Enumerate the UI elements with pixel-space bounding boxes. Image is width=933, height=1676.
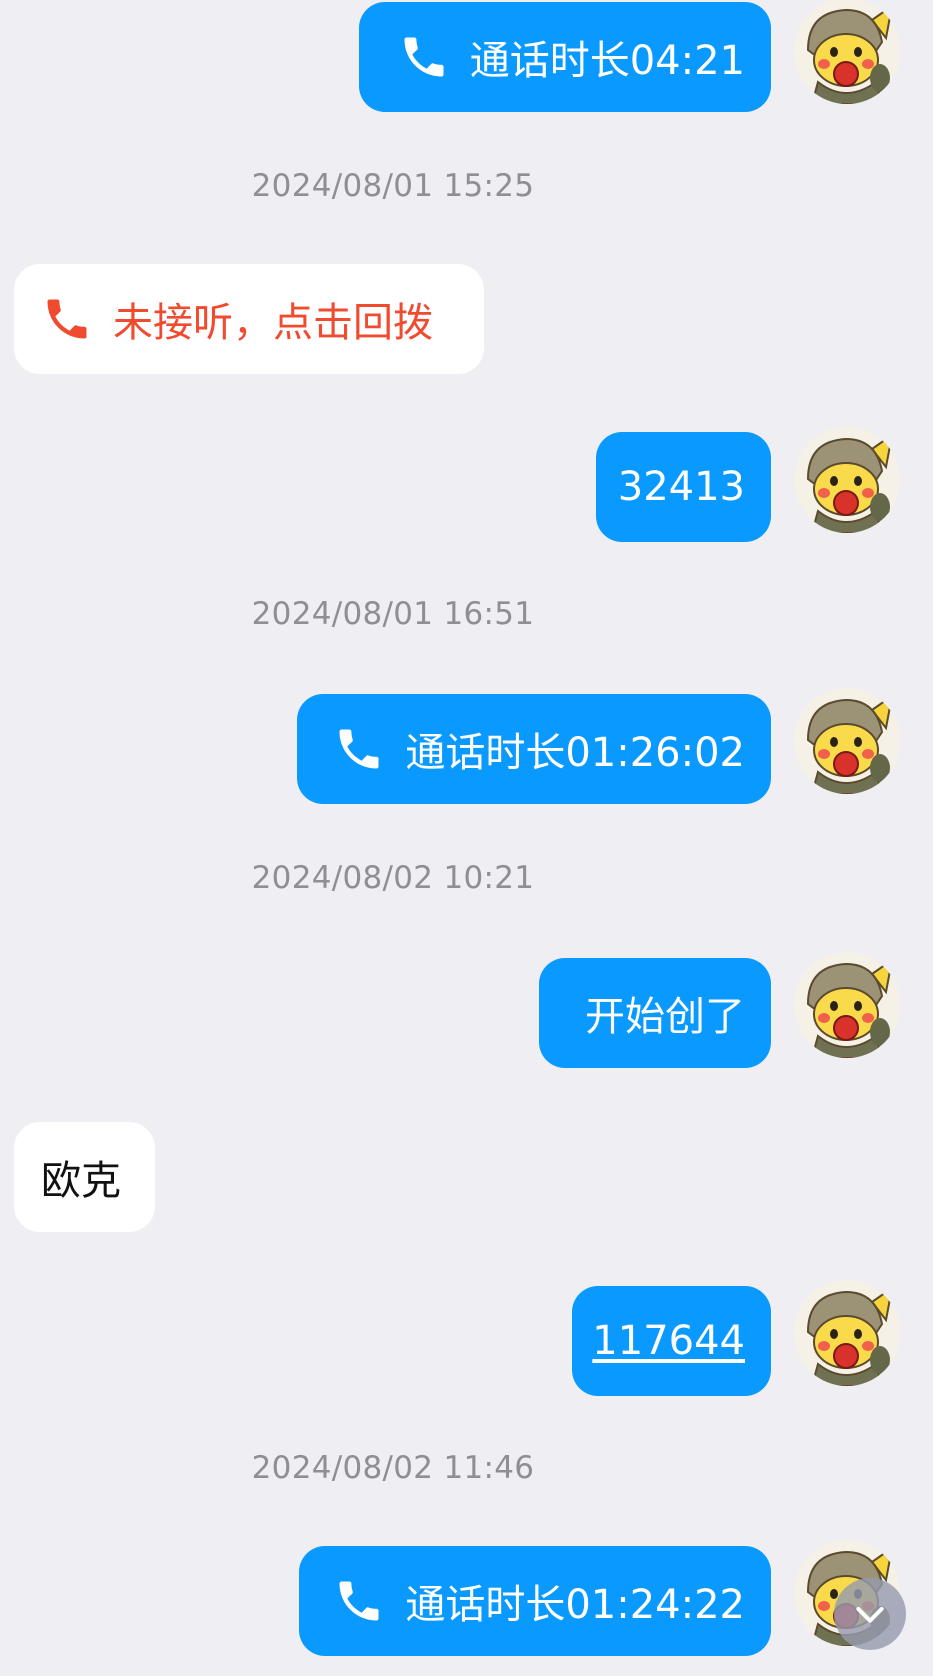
user-avatar[interactable] (794, 952, 900, 1058)
message-timestamp: 2024/08/02 10:21 (251, 860, 535, 896)
message-timestamp: 2024/08/01 15:25 (251, 168, 535, 204)
phone-icon (41, 293, 93, 345)
phone-icon (333, 1575, 385, 1627)
call-record-bubble[interactable]: 通话时长01:24:22 (299, 1546, 771, 1656)
call-duration-text: 通话时长01:26:02 (405, 730, 745, 776)
call-record-bubble[interactable]: 通话时长01:26:02 (297, 694, 771, 804)
call-duration-text: 通话时长01:24:22 (405, 1582, 745, 1628)
text-message-bubble[interactable]: 开始创了 (539, 958, 771, 1068)
scroll-to-bottom-button[interactable] (834, 1578, 906, 1650)
user-avatar[interactable] (794, 1280, 900, 1386)
phone-icon (398, 31, 450, 83)
call-duration-text: 通话时长04:21 (469, 38, 745, 84)
call-record-bubble[interactable]: 通话时长04:21 (359, 2, 771, 112)
message-timestamp: 2024/08/01 16:51 (251, 596, 535, 632)
number-link[interactable]: 117644 (592, 1318, 745, 1364)
text-message-bubble[interactable]: 117644 (572, 1286, 771, 1396)
text-message-bubble[interactable]: 32413 (596, 432, 771, 542)
message-text: 开始创了 (585, 994, 745, 1040)
user-avatar[interactable] (794, 427, 900, 533)
phone-icon (333, 723, 385, 775)
chevron-down-icon (856, 1607, 884, 1623)
missed-call-text: 未接听，点击回拨 (113, 300, 433, 346)
message-text: 32413 (617, 464, 745, 510)
user-avatar[interactable] (794, 0, 900, 104)
user-avatar[interactable] (794, 688, 900, 794)
message-timestamp: 2024/08/02 11:46 (251, 1450, 535, 1486)
message-text: 欧克 (41, 1158, 121, 1204)
text-message-bubble-received[interactable]: 欧克 (14, 1122, 155, 1232)
missed-call-callback-bubble[interactable]: 未接听，点击回拨 (14, 264, 484, 374)
